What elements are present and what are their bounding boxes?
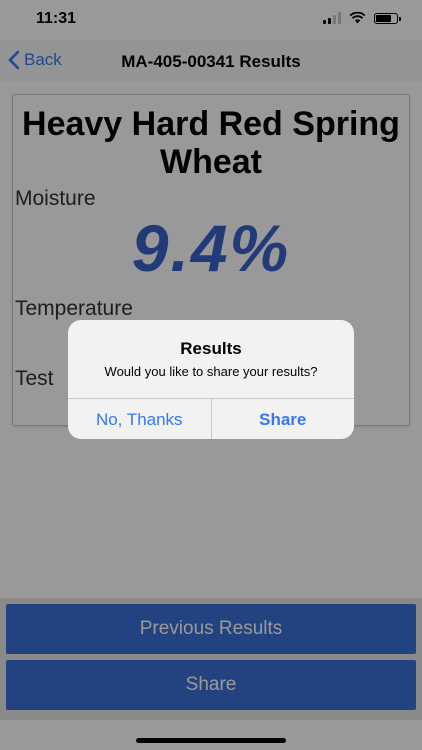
no-thanks-button[interactable]: No, Thanks (68, 399, 212, 439)
share-alert-dialog: Results Would you like to share your res… (68, 320, 354, 439)
alert-title: Results (180, 339, 242, 358)
alert-actions: No, Thanks Share (68, 398, 354, 439)
alert-share-button[interactable]: Share (212, 399, 355, 439)
alert-message: Would you like to share your results? (104, 364, 318, 379)
